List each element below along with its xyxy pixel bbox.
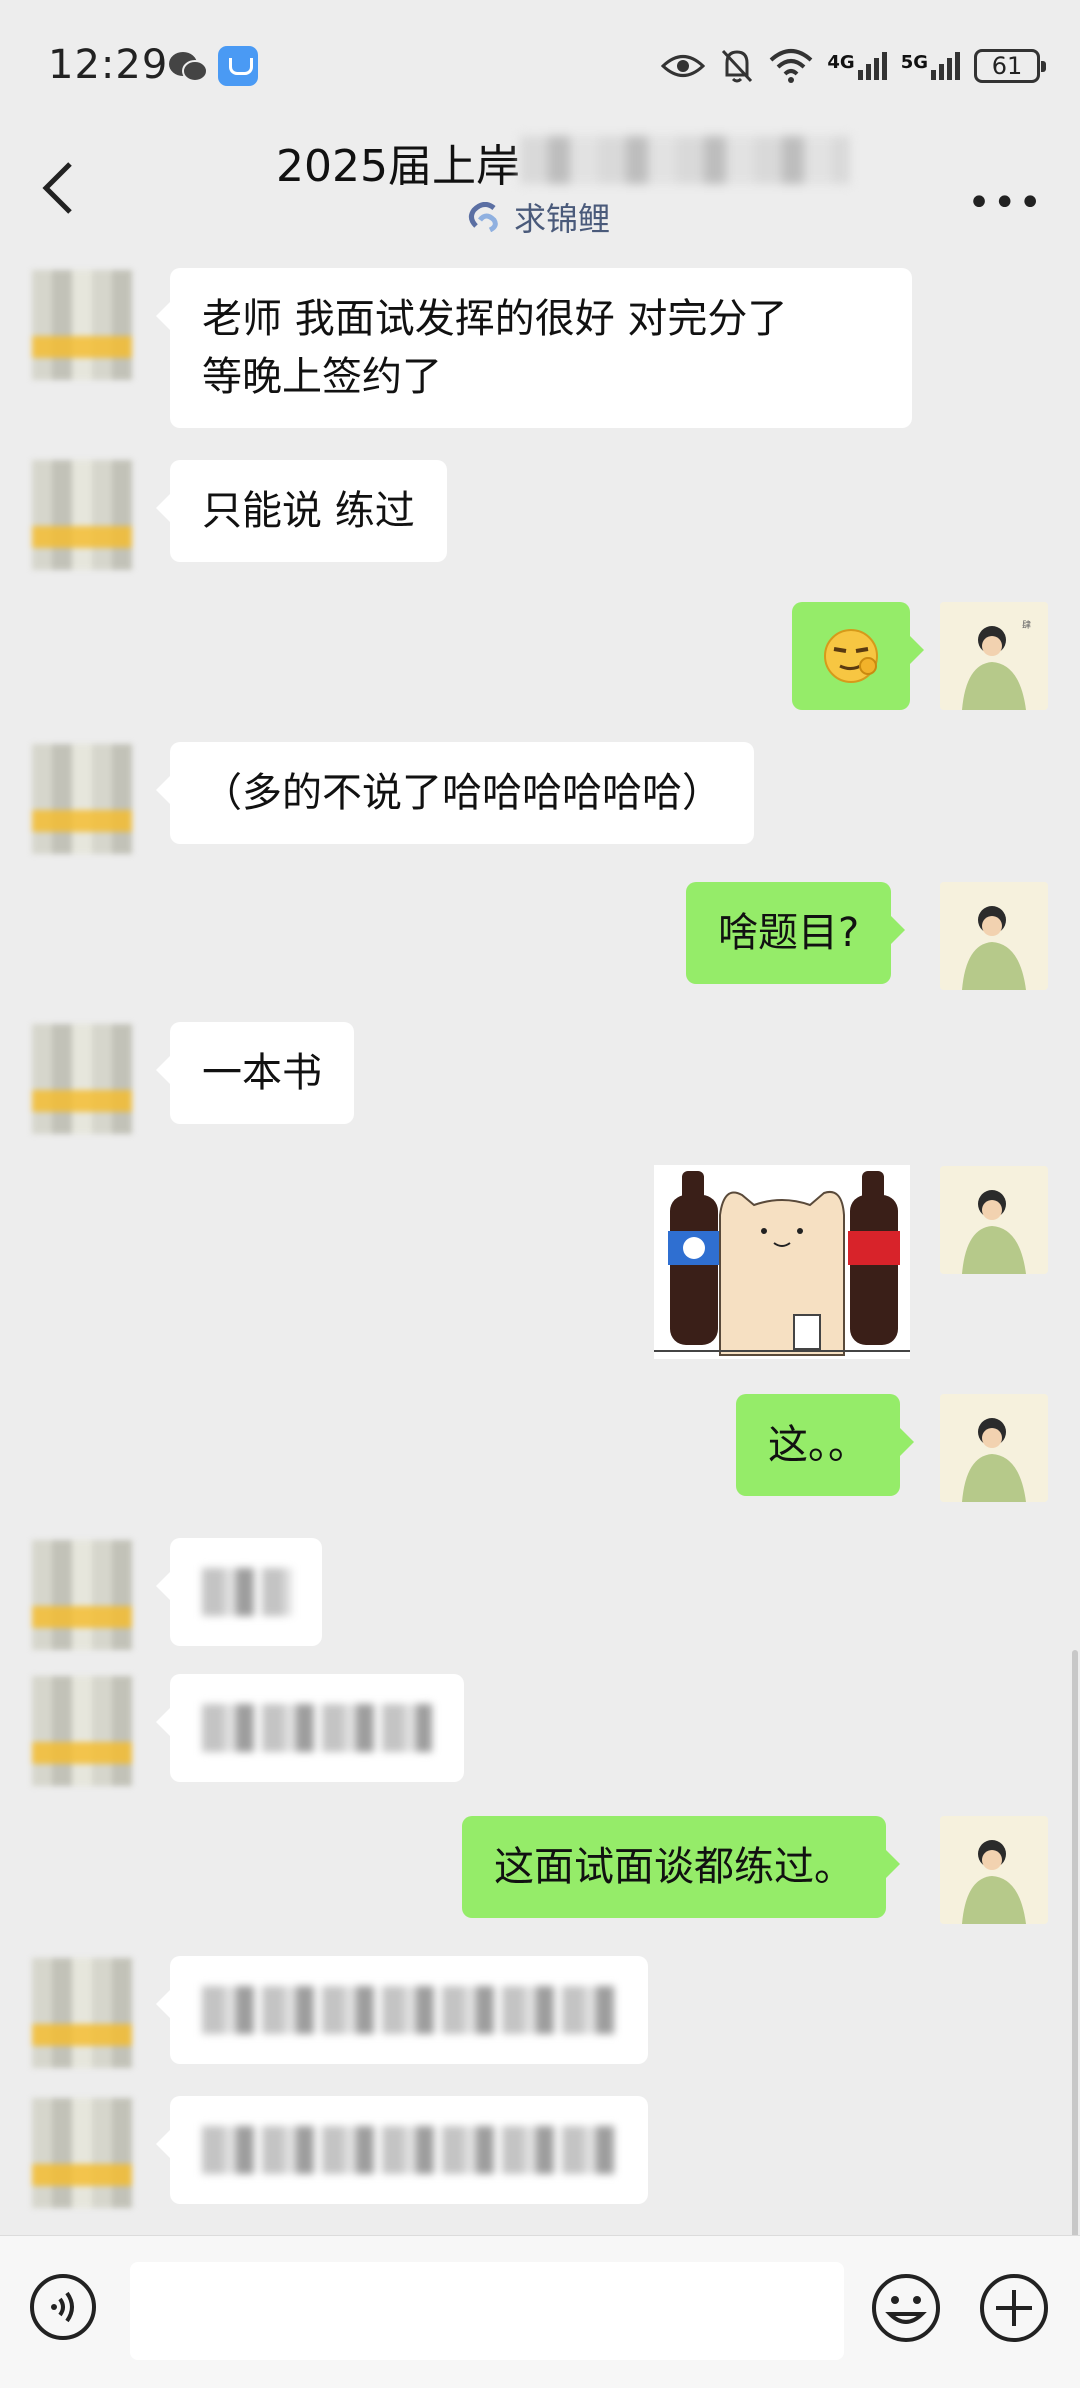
chat-header: 2025届上岸 求锦鲤 ••• [0,120,1080,250]
message-bubble-left-redacted[interactable] [156,1956,648,2064]
chat-subtitle[interactable]: 求锦鲤 [466,194,610,240]
my-avatar[interactable] [940,882,1048,990]
network-label-1: 4G [827,52,855,73]
smirk-emoji-icon [824,629,878,683]
title-redacted [520,136,850,184]
message-text: 老师 我面试发挥的很好 对完分了 [202,296,788,342]
avatar-illustration [940,1166,1048,1274]
chat-area[interactable]: 老师 我面试发挥的很好 对完分了 等晚上签约了 只能说 练过 肆 （多的不说了哈… [0,250,1080,2235]
message-bubble-left[interactable]: 只能说 练过 [156,460,447,562]
cat-cola-sticker[interactable] [654,1165,910,1359]
my-avatar[interactable] [940,1394,1048,1502]
avatar-illustration [940,1816,1048,1924]
redacted-text [202,1704,432,1752]
message-bubble-left[interactable]: 一本书 [156,1022,354,1124]
redacted-text [202,2126,616,2174]
message-bubble-right[interactable]: 啥题目? [686,882,906,984]
message-bubble-right[interactable]: 这。。 [736,1394,914,1496]
avatar-illustration [940,882,1048,990]
back-arrow-icon[interactable] [38,160,78,216]
message-bubble-left[interactable]: （多的不说了哈哈哈哈哈哈） [156,742,754,844]
battery-indicator: 61 [974,49,1046,83]
message-bubble-left-redacted[interactable] [156,2096,648,2204]
redacted-text [202,1986,616,2034]
my-avatar[interactable] [940,1166,1048,1274]
more-options-icon[interactable]: ••• [967,180,1044,226]
app-store-icon [218,46,258,86]
voice-icon[interactable] [28,2272,98,2342]
network-label-2: 5G [900,52,928,73]
mute-bell-icon [722,49,753,83]
message-input[interactable] [130,2262,844,2360]
input-bar [0,2235,1080,2388]
status-bar: 12:29 4G 5G 61 [0,0,1080,130]
wifi-icon [770,49,813,83]
message-text: 等晚上签约了 [202,354,442,400]
signal-5g-icon: 5G [901,52,960,80]
contact-avatar[interactable] [32,1958,132,2068]
wechat-icon [169,52,208,82]
scrollbar[interactable] [1072,1650,1078,2235]
contact-avatar[interactable] [32,270,132,380]
contact-avatar[interactable] [32,460,132,570]
message-bubble-right[interactable] [792,602,924,710]
contact-avatar[interactable] [32,1540,132,1650]
svg-text:肆: 肆 [1022,619,1031,631]
signal-4g-icon: 4G [827,52,887,80]
my-avatar[interactable] [940,1816,1048,1924]
redacted-text [202,1568,292,1616]
plus-icon[interactable] [978,2272,1050,2344]
status-right: 4G 5G 61 [661,44,1046,88]
message-bubble-right[interactable]: 这面试面谈都练过。 [462,1816,900,1918]
message-bubble-left[interactable]: 老师 我面试发挥的很好 对完分了 等晚上签约了 [156,268,912,428]
cat-sticker-image [654,1165,910,1359]
message-bubble-left-redacted[interactable] [156,1538,322,1646]
emoji-icon[interactable] [870,2272,942,2344]
contact-avatar[interactable] [32,1676,132,1786]
status-icon [468,202,498,232]
contact-avatar[interactable] [32,2098,132,2208]
avatar-illustration [940,1394,1048,1502]
message-bubble-left-redacted[interactable] [156,1674,464,1782]
contact-avatar[interactable] [32,744,132,854]
chat-title[interactable]: 2025届上岸 [276,130,520,194]
avatar-illustration: 肆 [940,602,1048,710]
my-avatar[interactable]: 肆 [940,602,1048,710]
eye-icon [661,55,706,77]
subtitle-text: 求锦鲤 [514,200,611,238]
status-time: 12:29 [48,42,169,88]
contact-avatar[interactable] [32,1024,132,1134]
